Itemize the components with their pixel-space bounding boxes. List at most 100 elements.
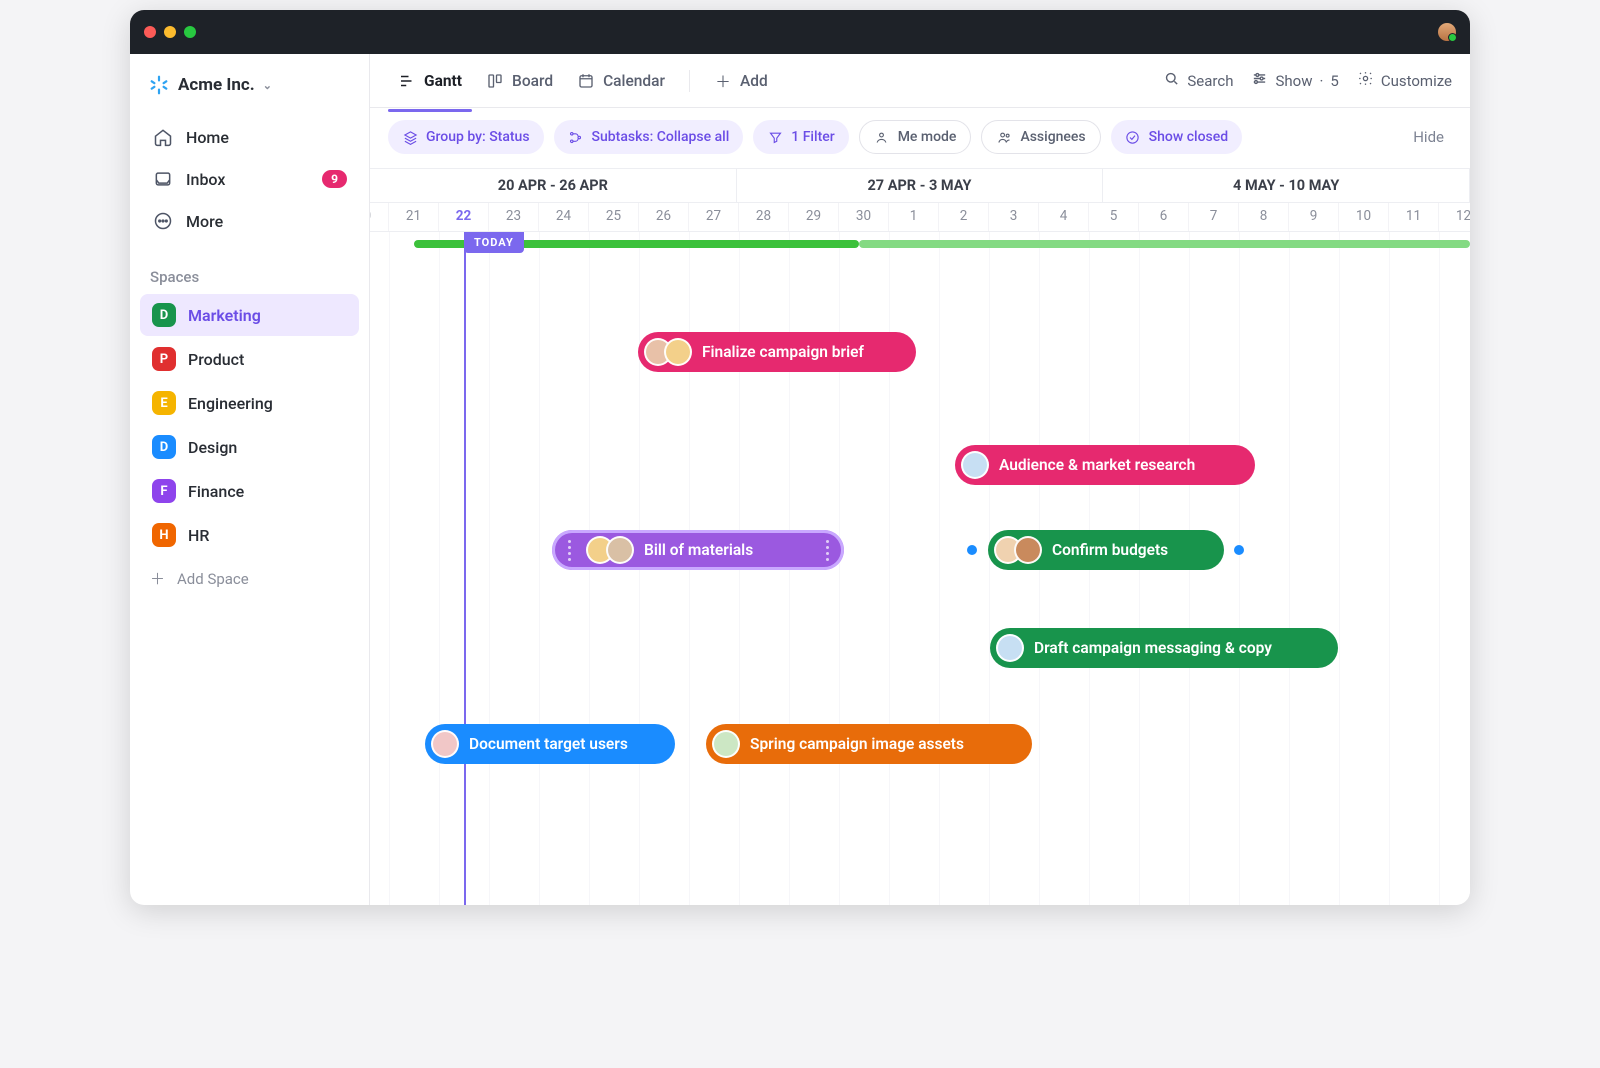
search-label: Search [1187,72,1233,90]
day-cell[interactable]: 28 [739,203,789,231]
assignee-avatars [586,536,634,564]
day-cell[interactable]: 27 [689,203,739,231]
day-cell[interactable]: 11 [1389,203,1439,231]
assignee-avatars [994,536,1042,564]
day-cell[interactable]: 5 [1089,203,1139,231]
avatar [431,730,459,758]
people-icon [996,129,1012,145]
day-cell[interactable]: 9 [1289,203,1339,231]
assignee-avatars [961,451,989,479]
show-button[interactable]: Show · 5 [1251,70,1338,91]
hide-filters-button[interactable]: Hide [1405,128,1452,146]
minimize-window-button[interactable] [164,26,176,38]
drag-handle-left[interactable] [562,540,576,561]
task-confirm-budgets[interactable]: Confirm budgets [988,530,1224,570]
day-cell[interactable]: 24 [539,203,589,231]
plus-icon: ＋ [150,568,165,589]
milestone-dot[interactable] [1234,545,1244,555]
more-icon [152,210,174,232]
day-cell[interactable]: 12 [1439,203,1470,231]
current-user-avatar[interactable] [1438,23,1456,41]
customize-button[interactable]: Customize [1357,70,1452,91]
plus-icon: ＋ [714,72,732,90]
window-titlebar [130,10,1470,54]
workspace-switcher[interactable]: Acme Inc. ⌄ [130,60,369,112]
avatar [961,451,989,479]
task-label: Confirm budgets [1052,541,1168,559]
close-window-button[interactable] [144,26,156,38]
chip-subtasks[interactable]: Subtasks: Collapse all [554,120,744,154]
chip-me-mode[interactable]: Me mode [859,120,972,154]
tab-add-view[interactable]: ＋ Add [704,64,778,98]
space-label: Finance [188,482,244,501]
task-document-users[interactable]: Document target users [425,724,675,764]
add-space-button[interactable]: ＋ Add Space [130,558,369,599]
filter-icon [767,129,783,145]
chip-filter-label: 1 Filter [791,129,834,145]
sidebar-space-finance[interactable]: F Finance [140,470,359,512]
day-cell[interactable]: 1 [889,203,939,231]
tab-board[interactable]: Board [476,64,563,98]
maximize-window-button[interactable] [184,26,196,38]
chip-group-by[interactable]: Group by: Status [388,120,544,154]
day-cell[interactable]: 25 [589,203,639,231]
sidebar-space-design[interactable]: DDesign [140,426,359,468]
space-badge: F [152,479,176,503]
day-cell[interactable]: 10 [1339,203,1389,231]
sliders-icon [1251,70,1268,91]
tab-calendar[interactable]: Calendar [567,64,675,98]
day-cell[interactable]: 8 [1239,203,1289,231]
search-button[interactable]: Search [1163,70,1233,91]
day-cell[interactable]: 4 [1039,203,1089,231]
chevron-down-icon: ⌄ [263,79,272,92]
task-label: Spring campaign image assets [750,735,964,753]
subtasks-icon [568,129,584,145]
milestone-dot[interactable] [967,545,977,555]
day-cell[interactable]: 30 [839,203,889,231]
grid-lines [370,232,1470,905]
task-draft-messaging[interactable]: Draft campaign messaging & copy [990,628,1338,668]
task-finalize-brief[interactable]: Finalize campaign brief [638,332,916,372]
tab-gantt[interactable]: Gantt [388,64,472,98]
week-label: 27 APR - 3 MAY [737,169,1104,202]
nav-more[interactable]: More [140,200,359,242]
task-label: Audience & market research [999,456,1195,474]
day-cell[interactable]: 20 [370,203,389,231]
day-cell[interactable]: 21 [389,203,439,231]
gantt-body[interactable]: TODAY Finaliz [370,232,1470,905]
add-space-label: Add Space [177,570,249,588]
day-cell[interactable]: 3 [989,203,1039,231]
chip-show-closed[interactable]: Show closed [1111,120,1242,154]
day-cell[interactable]: 2 [939,203,989,231]
day-cell[interactable]: 22 [439,203,489,231]
avatar [606,536,634,564]
day-cell[interactable]: 7 [1189,203,1239,231]
task-audience-research[interactable]: Audience & market research [955,445,1255,485]
space-badge: D [152,435,176,459]
sidebar-space-marketing[interactable]: DMarketing [140,294,359,336]
assignee-avatars [431,730,459,758]
day-cell[interactable]: 23 [489,203,539,231]
chip-subtasks-label: Subtasks: Collapse all [592,129,730,145]
day-cell[interactable]: 26 [639,203,689,231]
chip-show-closed-label: Show closed [1149,129,1228,145]
sidebar-space-hr[interactable]: HHR [140,514,359,556]
space-badge: D [152,303,176,327]
gantt-icon [398,72,416,90]
space-label: Engineering [188,394,273,413]
space-label: HR [188,526,209,545]
nav-home[interactable]: Home [140,116,359,158]
sidebar-space-product[interactable]: PProduct [140,338,359,380]
task-spring-assets[interactable]: Spring campaign image assets [706,724,1032,764]
sidebar-space-engineering[interactable]: EEngineering [140,382,359,424]
day-cell[interactable]: 29 [789,203,839,231]
day-cell[interactable]: 6 [1139,203,1189,231]
space-badge: P [152,347,176,371]
drag-handle-right[interactable] [820,540,834,561]
chip-assignees[interactable]: Assignees [981,120,1100,154]
chip-filter[interactable]: 1 Filter [753,120,848,154]
timeline-days-row: 2021222324252627282930123456789101112 [370,202,1470,232]
nav-inbox[interactable]: Inbox 9 [140,158,359,200]
task-bill-of-materials[interactable]: Bill of materials [552,530,844,570]
inbox-icon [152,168,174,190]
